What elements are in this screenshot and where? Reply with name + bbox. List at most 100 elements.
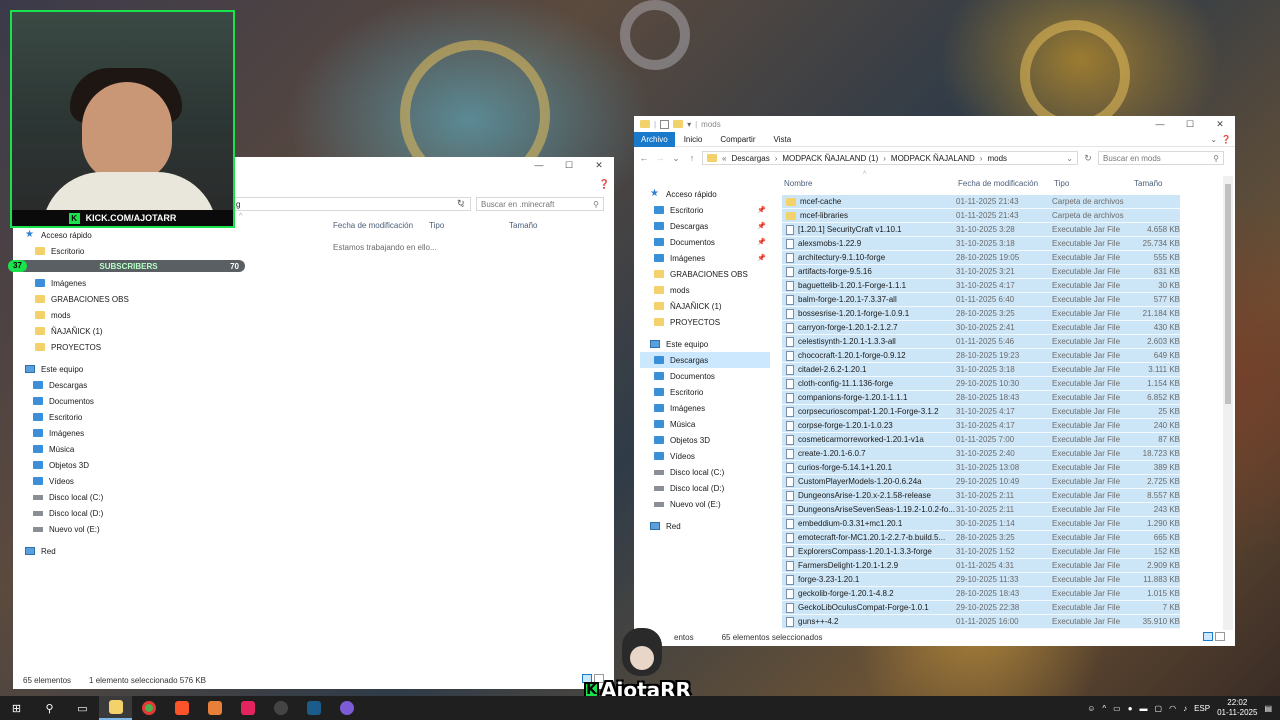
vertical-scrollbar[interactable] xyxy=(1223,176,1233,630)
tiktok-icon[interactable] xyxy=(231,696,264,720)
nav-item[interactable]: Objetos 3D xyxy=(640,432,770,448)
show-hidden-icon[interactable]: ^ xyxy=(1102,704,1106,713)
help-icon[interactable]: ❓ xyxy=(1221,132,1235,147)
nav-item[interactable]: Música xyxy=(25,441,155,457)
people-icon[interactable]: ☺ xyxy=(1087,704,1095,713)
nav-this-pc[interactable]: Este equipo xyxy=(640,336,770,352)
file-row[interactable]: CustomPlayerModels-1.20-0.6.24a 29-10-202… xyxy=(782,475,1180,489)
pin-icon[interactable]: 📌 xyxy=(757,222,770,230)
close-button[interactable]: ✕ xyxy=(1205,116,1235,132)
display-icon[interactable]: ▢ xyxy=(1155,704,1163,713)
file-row[interactable]: alexsmobs-1.22.9 31-10-2025 3:18 Executabl… xyxy=(782,237,1180,251)
volume-icon[interactable]: ♪ xyxy=(1183,704,1187,713)
nav-item[interactable]: GRABACIONES OBS xyxy=(640,266,770,282)
file-row[interactable]: embeddium-0.3.31+mc1.20.1 30-10-2025 1:14… xyxy=(782,517,1180,531)
new-folder-icon[interactable] xyxy=(673,120,684,128)
file-row[interactable]: DungeonsAriseSevenSeas-1.19.2-1.0.2-fo..… xyxy=(782,503,1180,517)
clock[interactable]: 22:02 01-11-2025 xyxy=(1217,698,1257,718)
file-row[interactable]: companions-forge-1.20.1-1.1.1 28-10-2025 … xyxy=(782,391,1180,405)
refresh-icon[interactable]: ↻ xyxy=(1082,153,1094,164)
file-row[interactable]: curios-forge-5.14.1+1.20.1 31-10-2025 13:… xyxy=(782,461,1180,475)
obs-icon[interactable] xyxy=(264,696,297,720)
file-row[interactable]: chococraft-1.20.1-forge-0.9.12 28-10-2025… xyxy=(782,349,1180,363)
back-arrow-icon[interactable]: ← xyxy=(638,153,650,163)
nav-this-pc[interactable]: Este equipo xyxy=(25,361,155,377)
nav-item[interactable]: Documentos 📌 xyxy=(640,234,770,250)
file-row[interactable]: forge-3.23-1.20.1 29-10-2025 11:33 Executa… xyxy=(782,573,1180,587)
search-input[interactable]: Buscar en .minecraft ⚲ xyxy=(476,197,604,211)
close-button[interactable]: ✕ xyxy=(584,157,614,173)
nav-item[interactable]: PROYECTOS xyxy=(25,339,155,355)
steam-icon[interactable] xyxy=(297,696,330,720)
ableton-icon[interactable] xyxy=(198,696,231,720)
properties-icon[interactable] xyxy=(660,119,670,129)
address-bar[interactable]: g ⌄ xyxy=(231,197,471,211)
nav-item[interactable]: Descargas xyxy=(640,352,770,368)
maximize-button[interactable]: ☐ xyxy=(1175,116,1205,132)
nav-item[interactable]: mods xyxy=(25,307,155,323)
file-row[interactable]: DungeonsArise-1.20.x-2.1.58-release 31-10… xyxy=(782,489,1180,503)
refresh-icon[interactable]: ↻ xyxy=(457,198,465,209)
nav-item[interactable]: Disco local (C:) xyxy=(640,464,770,480)
nav-item[interactable]: Nuevo vol (E:) xyxy=(25,521,155,537)
file-row[interactable]: corpse-forge-1.20.1-1.0.23 31-10-2025 4:1… xyxy=(782,419,1180,433)
discord-icon[interactable] xyxy=(330,696,363,720)
nav-item[interactable]: Disco local (D:) xyxy=(25,505,155,521)
tab-compartir[interactable]: Compartir xyxy=(711,132,764,147)
pin-icon[interactable]: 📌 xyxy=(757,238,770,246)
scrollbar-thumb[interactable] xyxy=(1225,184,1231,404)
nav-item[interactable]: Vídeos xyxy=(25,473,155,489)
file-row[interactable]: mcef-cache 01-11-2025 21:43 Carpeta de arc… xyxy=(782,195,1180,209)
nav-item[interactable]: Imágenes xyxy=(25,275,155,291)
nav-item[interactable]: Disco local (D:) xyxy=(640,480,770,496)
nav-item[interactable]: Vídeos xyxy=(640,448,770,464)
file-row[interactable]: bossesrise-1.20.1-forge-1.0.9.1 28-10-202… xyxy=(782,307,1180,321)
network-status-icon[interactable]: ▭ xyxy=(1113,704,1121,713)
nav-item[interactable]: Descargas xyxy=(25,377,155,393)
tab-vista[interactable]: Vista xyxy=(765,132,801,147)
nav-item[interactable]: ÑAJAÑICK (1) xyxy=(640,298,770,314)
nav-item[interactable]: Música xyxy=(640,416,770,432)
task-view-icon[interactable]: ▭ xyxy=(66,696,99,720)
breadcrumb-mods[interactable]: mods xyxy=(987,154,1007,163)
tab-inicio[interactable]: Inicio xyxy=(675,132,712,147)
address-bar[interactable]: « Descargas › MODPACK ÑAJALAND (1) › MOD… xyxy=(702,151,1078,165)
column-date[interactable]: Fecha de modificación xyxy=(958,179,1054,188)
tab-archivo[interactable]: Archivo xyxy=(634,131,675,147)
nav-item[interactable]: Escritorio xyxy=(25,409,155,425)
nav-network[interactable]: Red xyxy=(25,543,155,559)
nav-item[interactable]: Disco local (C:) xyxy=(25,489,155,505)
up-arrow-icon[interactable]: ↑ xyxy=(686,153,698,163)
help-icon[interactable]: ❓ xyxy=(599,179,610,190)
file-row[interactable]: corpsecurioscompat-1.20.1-Forge-3.1.2 31-… xyxy=(782,405,1180,419)
expand-ribbon-icon[interactable]: ⌄ xyxy=(1206,132,1221,147)
column-size[interactable]: Tamaño xyxy=(509,221,569,230)
chrome-icon[interactable] xyxy=(132,696,165,720)
nav-item[interactable]: Nuevo vol (E:) xyxy=(640,496,770,512)
nav-item[interactable]: PROYECTOS xyxy=(640,314,770,330)
folder-tray-icon[interactable]: ▬ xyxy=(1140,704,1148,713)
nav-item[interactable]: ÑAJAÑICK (1) xyxy=(25,323,155,339)
nav-item[interactable]: Escritorio xyxy=(640,384,770,400)
nav-item[interactable]: Objetos 3D xyxy=(25,457,155,473)
file-explorer-icon[interactable] xyxy=(99,696,132,720)
column-name[interactable]: Nombre xyxy=(784,179,958,188)
file-row[interactable]: create-1.20.1-6.0.7 31-10-2025 2:40 Execut… xyxy=(782,447,1180,461)
notifications-icon[interactable]: ▤ xyxy=(1264,704,1272,713)
forward-arrow-icon[interactable]: → xyxy=(654,153,666,163)
file-row[interactable]: artifacts-forge-9.5.16 31-10-2025 3:21 Exe… xyxy=(782,265,1180,279)
nav-item[interactable]: Documentos xyxy=(640,368,770,384)
brave-icon[interactable] xyxy=(165,696,198,720)
quick-access-dropdown-icon[interactable]: ▾ xyxy=(687,120,691,129)
column-size[interactable]: Tamaño xyxy=(1134,179,1184,188)
nav-quick-access[interactable]: ★ Acceso rápido xyxy=(640,186,770,202)
microphone-icon[interactable]: ● xyxy=(1128,704,1133,713)
minimize-button[interactable]: — xyxy=(1145,116,1175,132)
nav-item[interactable]: Escritorio xyxy=(25,243,155,259)
file-row[interactable]: mcef-libraries 01-11-2025 21:43 Carpeta de… xyxy=(782,209,1180,223)
nav-item[interactable]: Imágenes xyxy=(640,400,770,416)
nav-item[interactable]: Imágenes 📌 xyxy=(640,250,770,266)
tiles-view-icon[interactable] xyxy=(1215,632,1225,641)
start-button[interactable]: ⊞ xyxy=(0,696,33,720)
details-view-icon[interactable] xyxy=(1203,632,1213,641)
